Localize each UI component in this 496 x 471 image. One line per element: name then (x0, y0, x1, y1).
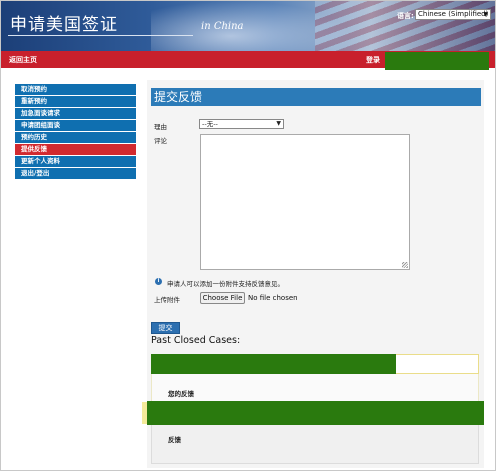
reason-label: 理由 (154, 123, 167, 131)
your-feedback-label: 您的反馈 (168, 390, 194, 398)
submit-button[interactable]: 提交 (151, 322, 180, 334)
info-icon: i (155, 278, 162, 285)
sidebar-item-reschedule[interactable]: 重新预约 (15, 96, 136, 107)
attachment-info-text: 申请人可以添加一份附件支持反馈意见。 (167, 280, 284, 288)
nav-home-link[interactable]: 返回主页 (9, 55, 37, 65)
nav-login-link[interactable]: 登录 (366, 55, 380, 65)
reason-value: --无-- (202, 120, 218, 128)
attachment-label: 上传附件 (154, 296, 180, 304)
page-title: 提交反馈 (151, 88, 481, 106)
chevron-down-icon: ▼ (483, 11, 488, 18)
sidebar-menu: 取消预约 重新预约 加急面谈请求 申请团组面谈 预约历史 提供反馈 更新个人资料… (15, 84, 136, 180)
sidebar-item-feedback[interactable]: 提供反馈 (15, 144, 136, 155)
reason-select[interactable]: --无-- ▼ (199, 119, 284, 129)
redaction-block (151, 354, 396, 374)
redaction-block (385, 52, 489, 70)
sidebar-item-cancel-appointment[interactable]: 取消预约 (15, 84, 136, 95)
title-underline (8, 35, 193, 36)
file-status: No file chosen (248, 294, 298, 302)
site-subtitle: in China (201, 21, 244, 32)
site-title: 申请美国签证 (10, 15, 118, 35)
language-select[interactable]: Chinese (Simplified) ▼ (415, 9, 491, 20)
language-value: Chinese (Simplified) (418, 10, 489, 18)
choose-file-button[interactable]: Choose File (200, 292, 245, 304)
feedback-label: 反馈 (168, 436, 181, 444)
past-cases-title: Past Closed Cases: (151, 335, 241, 346)
comment-textarea[interactable] (200, 134, 410, 270)
sidebar-item-update-profile[interactable]: 更新个人资料 (15, 156, 136, 167)
language-label: 语言: (397, 12, 414, 20)
sidebar-item-expedite[interactable]: 加急面谈请求 (15, 108, 136, 119)
sidebar-item-history[interactable]: 预约历史 (15, 132, 136, 143)
sidebar-item-logout[interactable]: 退出/登出 (15, 168, 136, 179)
comment-label: 评论 (154, 137, 167, 145)
redaction-block (147, 401, 484, 425)
chevron-down-icon: ▼ (276, 120, 281, 127)
sidebar-item-group-interview[interactable]: 申请团组面谈 (15, 120, 136, 131)
resize-grip-icon[interactable] (402, 262, 408, 268)
